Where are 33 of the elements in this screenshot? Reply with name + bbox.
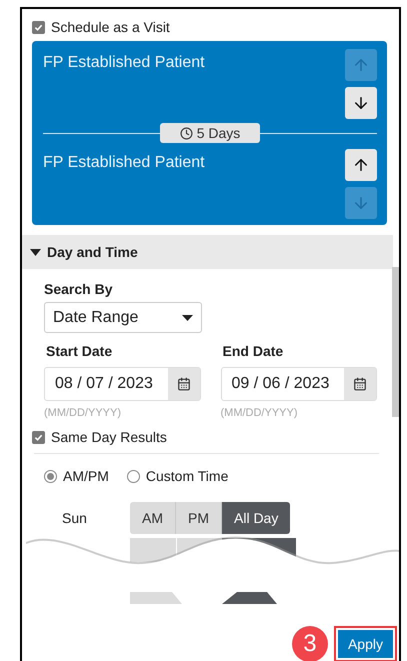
time-option[interactable]: All Day xyxy=(222,502,290,534)
checkbox[interactable] xyxy=(32,430,45,444)
scrollbar[interactable] xyxy=(392,267,399,417)
interval-badge: 5 Days xyxy=(160,123,260,143)
checkbox-label: Schedule as a Visit xyxy=(51,19,170,35)
calendar-icon[interactable] xyxy=(168,368,200,400)
move-down-button[interactable] xyxy=(345,87,377,119)
arrow-down-icon xyxy=(352,194,370,212)
clock-icon xyxy=(180,126,193,140)
date-field[interactable]: 09 / 06 / 2023 xyxy=(220,367,377,401)
date-field[interactable]: 08 / 07 / 2023 xyxy=(44,367,200,401)
field-label: Search By xyxy=(44,281,114,297)
time-option[interactable]: AM xyxy=(130,502,176,534)
day-label: Sun xyxy=(62,510,88,526)
search-by-select[interactable]: Date Range xyxy=(44,302,202,333)
field-label: Start Date xyxy=(46,343,114,359)
date-format-hint: (MM/DD/YYYY) xyxy=(44,407,122,419)
apply-button[interactable]: Apply xyxy=(336,628,395,660)
checkbox-label: Same Day Results xyxy=(51,429,167,445)
visit-name: FP Established Patient xyxy=(43,153,205,173)
radio-option[interactable]: AM/PM xyxy=(44,468,109,484)
section-header[interactable]: Day and Time xyxy=(22,235,393,269)
arrow-down-icon xyxy=(352,94,370,112)
field-label: End Date xyxy=(222,343,284,359)
checkbox[interactable] xyxy=(32,20,45,34)
step-badge: 3 xyxy=(292,626,328,661)
caret-icon xyxy=(182,314,193,320)
radio-option[interactable]: Custom Time xyxy=(126,468,228,484)
calendar-icon[interactable] xyxy=(344,368,376,400)
time-option[interactable]: PM xyxy=(176,502,222,534)
visit-name: FP Established Patient xyxy=(43,53,205,73)
move-up-button[interactable] xyxy=(345,149,377,181)
date-format-hint: (MM/DD/YYYY) xyxy=(220,407,298,419)
